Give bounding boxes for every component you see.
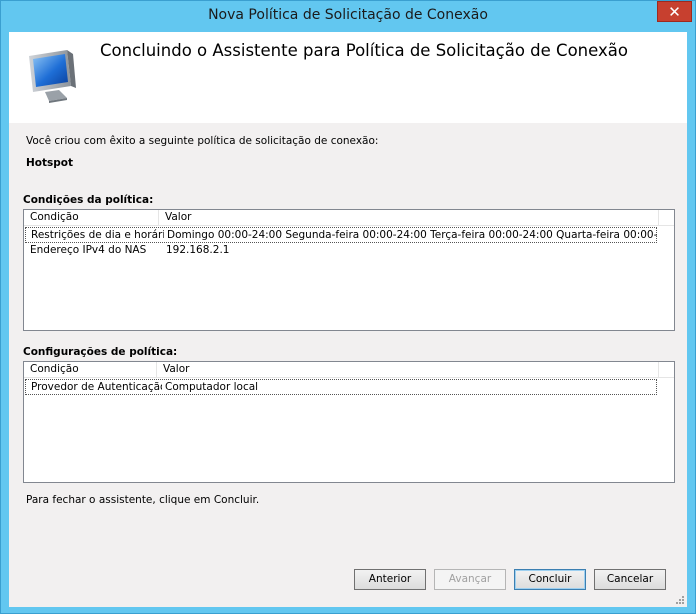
wizard-header: Concluindo o Assistente para Política de… (9, 32, 687, 123)
close-button[interactable]: ✕ (657, 1, 692, 22)
row-condition: Endereço IPv4 do NAS (30, 244, 147, 256)
settings-list[interactable]: Condição Valor Provedor de Autenticação … (23, 361, 675, 483)
next-button[interactable]: Avançar (434, 569, 506, 590)
resize-grip-icon[interactable] (675, 595, 685, 605)
table-row[interactable]: Restrições de dia e horário Domingo 00:0… (25, 227, 658, 243)
wizard-body: Concluindo o Assistente para Política de… (9, 32, 687, 607)
table-row[interactable]: Endereço IPv4 do NAS 192.168.2.1 (25, 243, 657, 259)
back-button[interactable]: Anterior (354, 569, 426, 590)
column-header-value[interactable]: Valor (159, 210, 659, 226)
wizard-title: Concluindo o Assistente para Política de… (100, 41, 628, 60)
column-header-condition[interactable]: Condição (24, 210, 159, 226)
policy-name: Hotspot (26, 157, 74, 169)
finish-button[interactable]: Concluir (514, 569, 586, 590)
settings-list-header: Condição Valor (24, 362, 674, 378)
row-condition: Provedor de Autenticação (31, 381, 162, 393)
window-title: Nova Política de Solicitação de Conexão (208, 7, 488, 23)
close-icon: ✕ (668, 2, 681, 21)
table-row[interactable]: Provedor de Autenticação Computador loca… (25, 379, 657, 395)
row-value: Domingo 00:00-24:00 Segunda-feira 00:00-… (167, 229, 658, 241)
row-condition: Restrições de dia e horário (31, 229, 164, 241)
column-header-condition[interactable]: Condição (24, 362, 157, 378)
title-bar[interactable]: Nova Política de Solicitação de Conexão … (1, 1, 695, 32)
column-header-value[interactable]: Valor (157, 362, 659, 378)
row-value: Computador local (165, 381, 259, 393)
row-value: 192.168.2.1 (166, 244, 230, 256)
conditions-list[interactable]: Condição Valor Restrições de dia e horár… (23, 209, 675, 331)
intro-text: Você criou com êxito a seguinte política… (26, 135, 379, 147)
monitor-icon (29, 50, 76, 103)
cancel-button[interactable]: Cancelar (594, 569, 666, 590)
settings-label: Configurações de política: (23, 346, 178, 358)
conditions-list-header: Condição Valor (24, 210, 674, 226)
wizard-window: Nova Política de Solicitação de Conexão … (0, 0, 696, 614)
footer-text: Para fechar o assistente, clique em Conc… (26, 494, 260, 506)
conditions-label: Condições da política: (23, 194, 154, 206)
